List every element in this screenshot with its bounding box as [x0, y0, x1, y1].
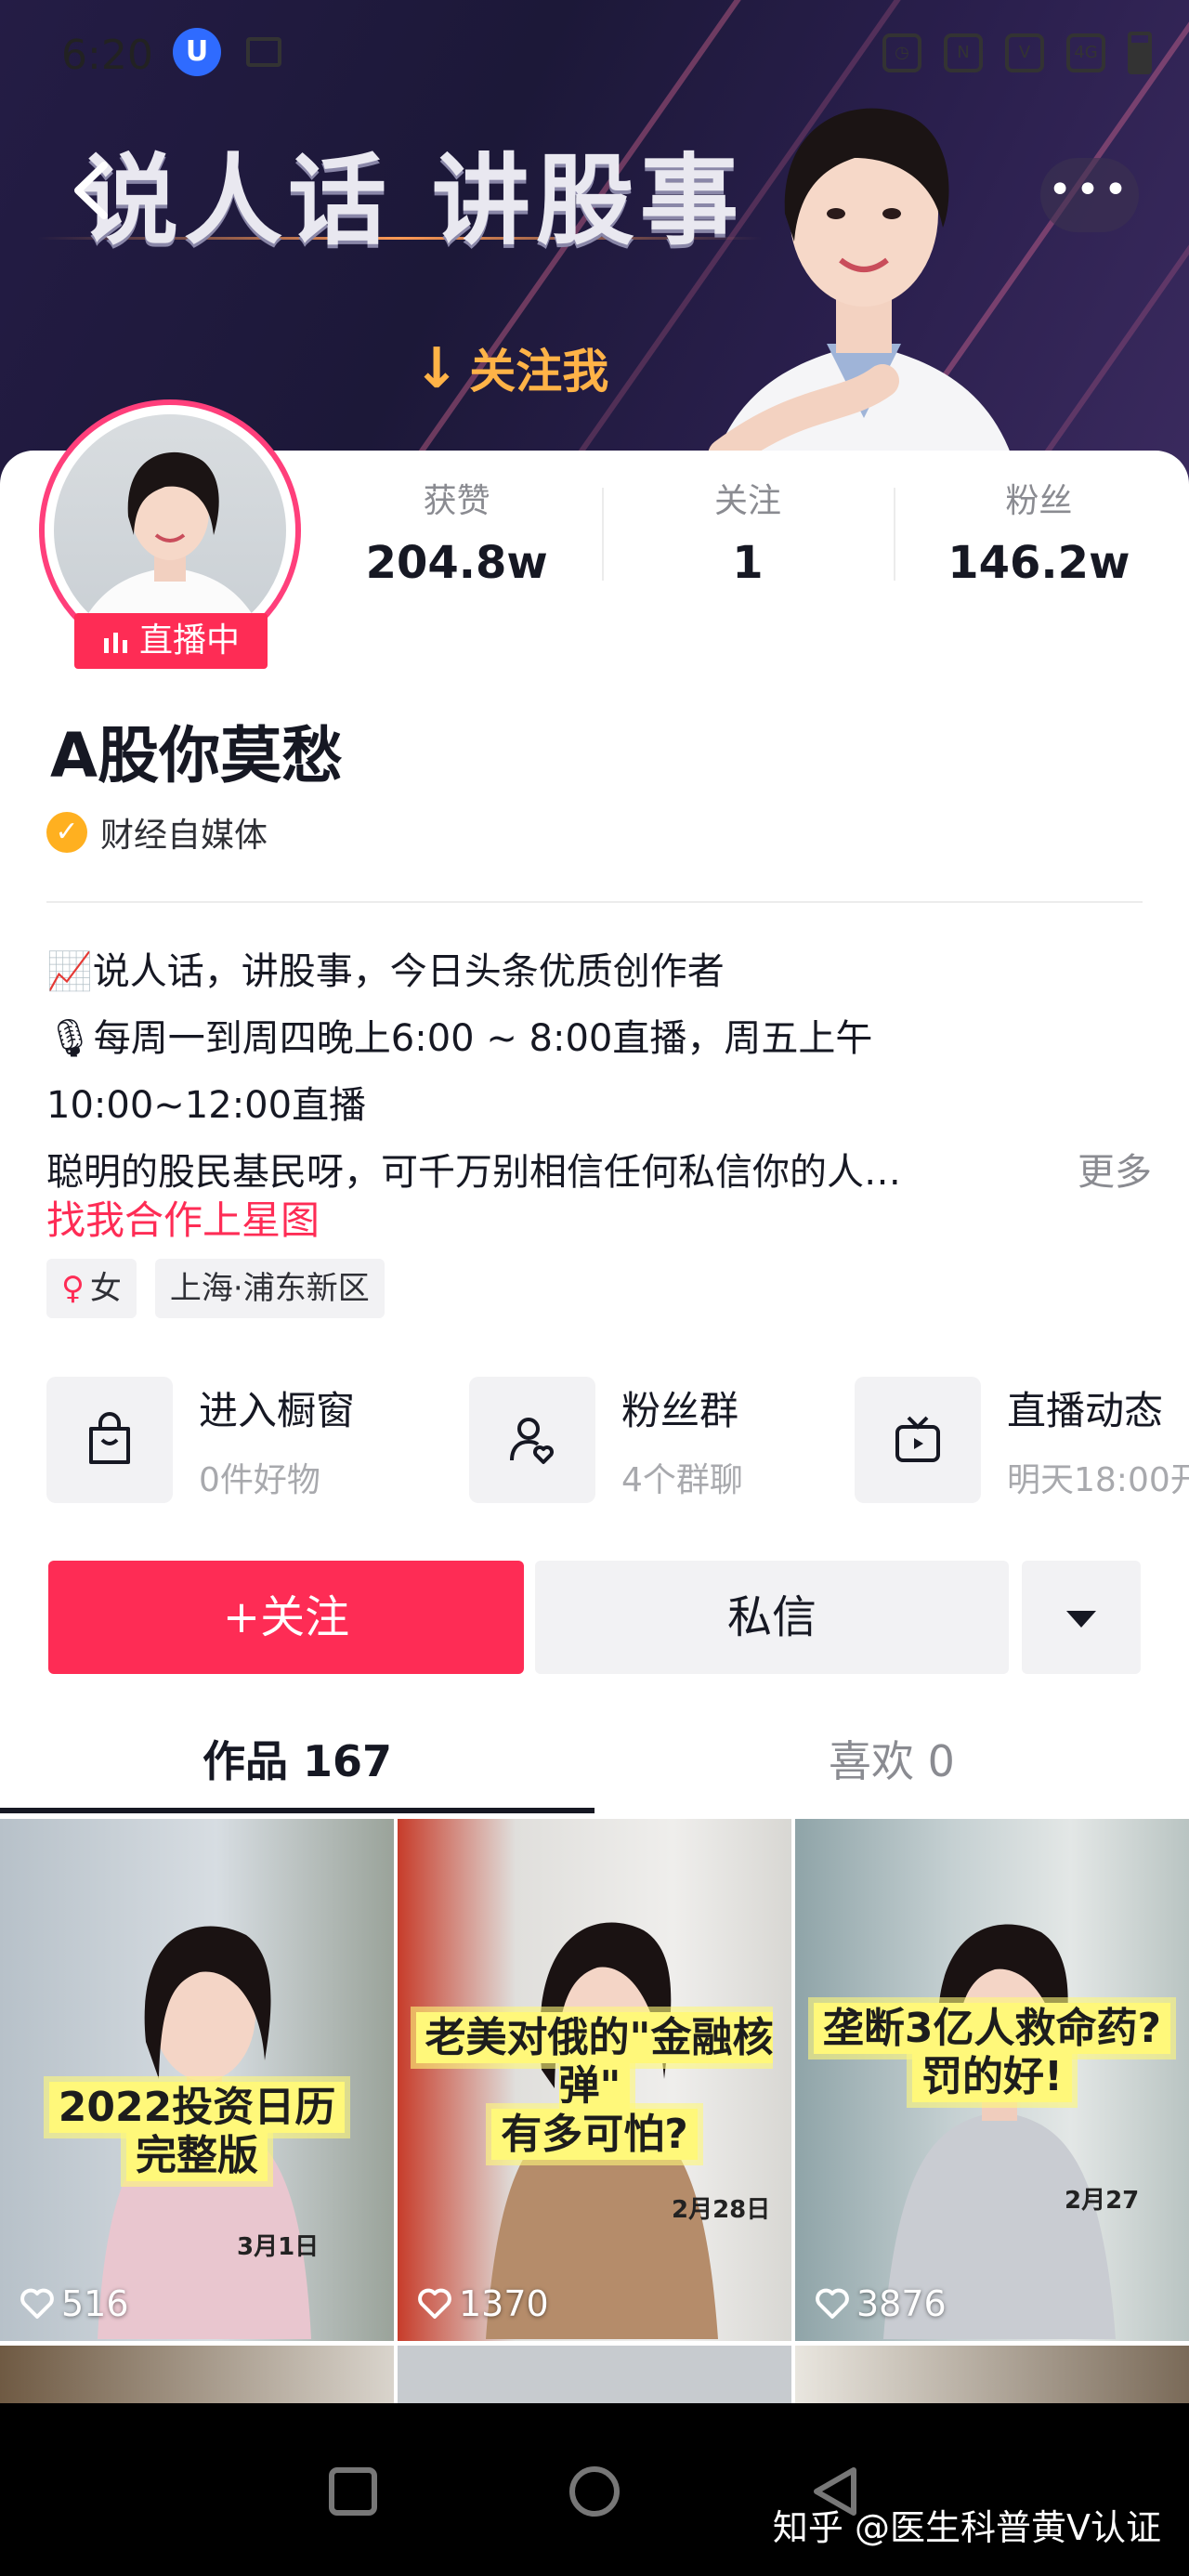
- stat-label: 关注: [713, 482, 781, 520]
- shortcut-subtitle: 4个群聊: [621, 1460, 743, 1499]
- bio-line: 聪明的股民基民呀，可千万别相信任何私信你的人…: [46, 1151, 901, 1194]
- stat-label: 获赞: [423, 482, 490, 520]
- alarm-icon: ◷: [882, 33, 921, 72]
- stat-likes[interactable]: 获赞 204.8w: [311, 474, 602, 595]
- shortcut-title: 直播动态: [1007, 1387, 1164, 1433]
- battery-icon: [1128, 32, 1152, 74]
- star-map-link[interactable]: 找我合作上星图: [46, 1189, 320, 1246]
- arrow-down-icon: ↓: [413, 336, 461, 401]
- profile-stats: 获赞 204.8w 关注 1 粉丝 146.2w: [311, 474, 1184, 595]
- gender-tag: ♀ 女: [46, 1259, 137, 1318]
- vpn-icon: U: [173, 28, 221, 76]
- video-caption: 老美对俄的"金融核弹" 有多可怕?: [398, 2012, 791, 2160]
- watermark: 知乎 @医生科普黄V认证: [772, 2507, 1161, 2548]
- shortcut-fan-group[interactable]: 粉丝群 4个群聊: [469, 1375, 743, 1505]
- stat-value: 204.8w: [365, 537, 548, 589]
- shortcut-title: 粉丝群: [621, 1387, 739, 1433]
- video-tile[interactable]: 2022投资日历 完整版 3月1日 516: [0, 1819, 394, 2341]
- shortcut-row: 进入橱窗 0件好物 粉丝群 4个群聊 直播动态 明天18:00开: [46, 1375, 1189, 1514]
- tab-likes[interactable]: 喜欢 0: [594, 1728, 1189, 1789]
- signal-icon: 4G: [1066, 33, 1105, 72]
- active-tab-indicator: [0, 1808, 594, 1813]
- tv-icon: [855, 1377, 981, 1503]
- content-tabs: 作品 167 喜欢 0: [0, 1709, 1189, 1816]
- video-tile-partial[interactable]: [0, 2346, 394, 2403]
- verification-badge[interactable]: ✓ 财经自媒体: [46, 808, 268, 856]
- shopping-bag-icon: [46, 1377, 173, 1503]
- stat-following[interactable]: 关注 1: [602, 474, 893, 595]
- video-caption: 2022投资日历 完整版: [0, 2082, 394, 2181]
- banner-title: 说人话 讲股事: [80, 144, 744, 258]
- recommend-dropdown-button[interactable]: [1022, 1561, 1141, 1674]
- system-nav-bar: [0, 2403, 1189, 2576]
- stat-value: 146.2w: [947, 537, 1130, 589]
- image-icon: [246, 37, 281, 67]
- message-button[interactable]: 私信: [535, 1561, 1009, 1674]
- nfc-icon: N: [944, 33, 983, 72]
- shortcut-subtitle: 0件好物: [199, 1460, 320, 1499]
- stat-value: 1: [732, 537, 764, 589]
- fan-group-icon: [469, 1377, 595, 1503]
- tab-works[interactable]: 作品 167: [0, 1728, 594, 1789]
- shortcut-shop-window[interactable]: 进入橱窗 0件好物: [46, 1375, 355, 1505]
- bio-line: 🎙每周一到周四晚上6:00 ~ 8:00直播，周五上午: [46, 1017, 873, 1060]
- heart-icon: [418, 2288, 451, 2319]
- female-icon: ♀: [61, 1270, 85, 1307]
- status-bar: 6:20 U ◷ N V 4G: [0, 28, 1189, 84]
- live-bars-icon: [101, 629, 130, 653]
- video-tile[interactable]: 老美对俄的"金融核弹" 有多可怕? 2月28日 1370: [398, 1819, 791, 2341]
- live-badge[interactable]: 直播中: [74, 613, 268, 669]
- profile-bio: 📈说人话，讲股事，今日头条优质创作者 🎙每周一到周四晚上6:00 ~ 8:00直…: [46, 938, 1161, 1206]
- follow-button[interactable]: +关注: [48, 1561, 524, 1674]
- back-button[interactable]: [65, 158, 121, 223]
- bio-more-link[interactable]: 更多: [1078, 1139, 1152, 1206]
- video-date-stamp: 3月1日: [237, 2233, 320, 2261]
- bio-line: 📈说人话，讲股事，今日头条优质创作者: [46, 950, 725, 993]
- chevron-left-icon: [74, 162, 108, 219]
- profile-tags: ♀ 女 上海·浦东新区: [46, 1259, 385, 1318]
- shortcut-live-schedule[interactable]: 直播动态 明天18:00开: [855, 1375, 1189, 1505]
- recent-apps-button[interactable]: [320, 2459, 385, 2524]
- checkmark-icon: ✓: [46, 812, 87, 853]
- video-likes: 1370: [416, 2283, 549, 2324]
- profile-name: A股你莫愁: [50, 720, 344, 791]
- action-buttons: +关注 私信: [48, 1561, 1141, 1676]
- bio-line: 10:00~12:00直播: [46, 1084, 367, 1127]
- banner-portrait: [708, 108, 1020, 483]
- home-button[interactable]: [562, 2459, 627, 2524]
- heart-icon: [816, 2288, 849, 2319]
- more-options-button[interactable]: •••: [1040, 158, 1139, 232]
- video-date-stamp: 2月28日: [672, 2196, 771, 2224]
- shortcut-title: 进入橱窗: [199, 1387, 356, 1433]
- location-tag: 上海·浦东新区: [154, 1259, 385, 1318]
- divider: [46, 901, 1143, 903]
- video-caption: 垄断3亿人救命药? 罚的好!: [795, 2003, 1189, 2102]
- shortcut-subtitle: 明天18:00开: [1007, 1460, 1189, 1499]
- video-tile-partial[interactable]: [398, 2346, 791, 2403]
- video-tile-partial[interactable]: [795, 2346, 1189, 2403]
- video-likes: 3876: [814, 2283, 947, 2324]
- volte-icon: V: [1005, 33, 1044, 72]
- video-likes: 516: [19, 2283, 129, 2324]
- banner-follow-cta: ↓ 关注我: [413, 336, 609, 401]
- video-tile[interactable]: 垄断3亿人救命药? 罚的好! 2月27 3876: [795, 1819, 1189, 2341]
- heart-icon: [20, 2288, 54, 2319]
- avatar: [54, 414, 286, 647]
- stat-label: 粉丝: [1005, 482, 1073, 520]
- stat-followers[interactable]: 粉丝 146.2w: [893, 474, 1184, 595]
- video-date-stamp: 2月27: [1065, 2187, 1140, 2215]
- status-time: 6:20: [61, 32, 153, 79]
- video-grid: 2022投资日历 完整版 3月1日 516 老美对俄的"金融核弹" 有多可怕? 2月…: [0, 1816, 1189, 2403]
